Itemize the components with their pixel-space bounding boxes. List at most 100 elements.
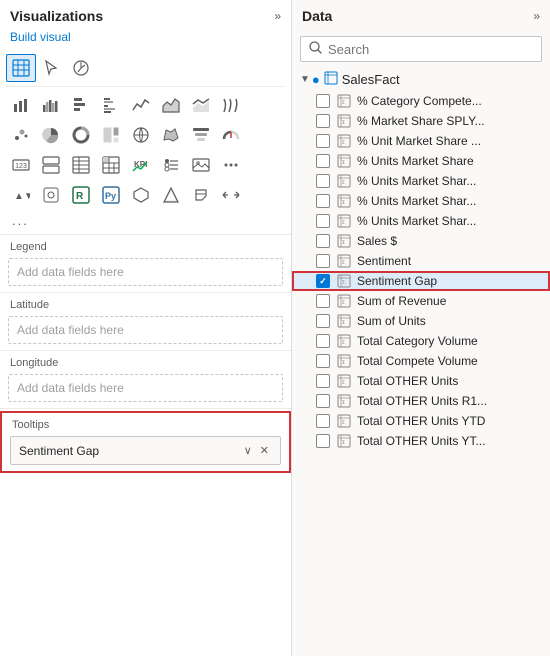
clustered-col-icon[interactable] bbox=[36, 91, 66, 119]
salesfact-root[interactable]: ▼ ● SalesFact bbox=[292, 68, 550, 91]
latitude-drop-zone[interactable]: Add data fields here bbox=[8, 316, 283, 344]
multi-row-card-icon[interactable] bbox=[36, 151, 66, 179]
tree-checkbox[interactable] bbox=[316, 114, 330, 128]
table-matrix-icon[interactable] bbox=[6, 54, 36, 82]
tree-item-label: Total Category Volume bbox=[357, 334, 478, 348]
tree-item-label: % Units Market Shar... bbox=[357, 174, 476, 188]
legend-drop-zone[interactable]: Add data fields here bbox=[8, 258, 283, 286]
tree-checkbox[interactable] bbox=[316, 414, 330, 428]
tree-item-label: % Market Share SPLY... bbox=[357, 114, 485, 128]
analytics-icon[interactable] bbox=[66, 54, 96, 82]
left-panel-expand-icon[interactable]: » bbox=[274, 9, 281, 23]
area-chart-icon[interactable] bbox=[156, 91, 186, 119]
tree-item[interactable]: Σ % Unit Market Share ... bbox=[292, 131, 550, 151]
donut-chart-icon[interactable] bbox=[66, 121, 96, 149]
tooltips-drop-zone[interactable]: Sentiment Gap ∨ ✕ bbox=[10, 436, 281, 465]
kpi-icon[interactable]: KPI bbox=[126, 151, 156, 179]
right-panel-expand-icon[interactable]: » bbox=[533, 9, 540, 23]
funnel-chart-icon[interactable] bbox=[186, 121, 216, 149]
tree-item[interactable]: Σ Total Category Volume bbox=[292, 331, 550, 351]
pie-chart-icon[interactable] bbox=[36, 121, 66, 149]
custom-1-icon[interactable] bbox=[36, 181, 66, 209]
tree-item[interactable]: Σ % Units Market Shar... bbox=[292, 191, 550, 211]
clustered-bar-h-icon[interactable] bbox=[96, 91, 126, 119]
tree-checkbox[interactable] bbox=[316, 274, 330, 288]
tree-item[interactable]: Σ % Units Market Shar... bbox=[292, 211, 550, 231]
tree-checkbox[interactable] bbox=[316, 374, 330, 388]
tree-checkbox[interactable] bbox=[316, 174, 330, 188]
line-chart-icon[interactable] bbox=[126, 91, 156, 119]
tree-item-label: % Units Market Share bbox=[357, 154, 474, 168]
tree-checkbox[interactable] bbox=[316, 94, 330, 108]
tooltips-label: Tooltips bbox=[2, 413, 289, 434]
filled-map-icon[interactable] bbox=[156, 121, 186, 149]
custom-2-icon[interactable] bbox=[126, 181, 156, 209]
treemap-icon[interactable] bbox=[96, 121, 126, 149]
tree-item-label: Total OTHER Units bbox=[357, 374, 458, 388]
card-icon[interactable]: 123 bbox=[6, 151, 36, 179]
vis-icon-row-2 bbox=[6, 121, 285, 149]
table-icon[interactable] bbox=[66, 151, 96, 179]
gauge-chart-icon[interactable] bbox=[216, 121, 246, 149]
r-visual-icon[interactable]: R bbox=[66, 181, 96, 209]
tree-checkbox[interactable] bbox=[316, 154, 330, 168]
search-box[interactable] bbox=[300, 36, 542, 62]
tree-item[interactable]: Σ Total Compete Volume bbox=[292, 351, 550, 371]
tree-item[interactable]: Σ % Units Market Share bbox=[292, 151, 550, 171]
tree-item[interactable]: Σ Total OTHER Units R1... bbox=[292, 391, 550, 411]
tooltips-remove-btn[interactable]: ✕ bbox=[257, 443, 272, 458]
tree-item[interactable]: Σ Sum of Units bbox=[292, 311, 550, 331]
tree-checkbox[interactable] bbox=[316, 434, 330, 448]
build-visual-label[interactable]: Build visual bbox=[0, 28, 291, 50]
root-check-icon: ● bbox=[312, 72, 320, 87]
tree-item[interactable]: Σ Total OTHER Units YTD bbox=[292, 411, 550, 431]
tooltips-expand-btn[interactable]: ∨ bbox=[241, 443, 255, 458]
stacked-col-icon[interactable] bbox=[6, 91, 36, 119]
svg-text:Py: Py bbox=[105, 191, 116, 201]
arrows-icon[interactable] bbox=[216, 181, 246, 209]
tree-item-label: Total Compete Volume bbox=[357, 354, 478, 368]
custom-3-icon[interactable] bbox=[156, 181, 186, 209]
tree-checkbox[interactable] bbox=[316, 334, 330, 348]
tree-checkbox[interactable] bbox=[316, 234, 330, 248]
tree-item[interactable]: Σ Sales $ bbox=[292, 231, 550, 251]
cursor-icon[interactable] bbox=[36, 54, 66, 82]
tree-item[interactable]: Σ Total OTHER Units YT... bbox=[292, 431, 550, 451]
tree-item[interactable]: Σ Total OTHER Units bbox=[292, 371, 550, 391]
stacked-bar-h-icon[interactable] bbox=[66, 91, 96, 119]
more-visuals-icon[interactable] bbox=[216, 151, 246, 179]
search-input[interactable] bbox=[328, 42, 533, 57]
tree-checkbox[interactable] bbox=[316, 314, 330, 328]
tree-checkbox[interactable] bbox=[316, 294, 330, 308]
more-label: ... bbox=[6, 211, 285, 230]
tree-checkbox[interactable] bbox=[316, 254, 330, 268]
tree-item[interactable]: Σ Sentiment Gap bbox=[292, 271, 550, 291]
waterfall-icon[interactable]: ▲▼ bbox=[6, 181, 36, 209]
tree-checkbox[interactable] bbox=[316, 354, 330, 368]
table-icon bbox=[324, 71, 338, 88]
tree-item-label: % Units Market Shar... bbox=[357, 194, 476, 208]
scatter-chart-icon[interactable] bbox=[6, 121, 36, 149]
svg-text:Σ: Σ bbox=[342, 300, 345, 306]
field-type-icon: Σ bbox=[336, 313, 352, 329]
tree-item[interactable]: Σ Sum of Revenue bbox=[292, 291, 550, 311]
tree-item[interactable]: Σ Sentiment bbox=[292, 251, 550, 271]
matrix-icon[interactable] bbox=[96, 151, 126, 179]
tree-item[interactable]: Σ % Category Compete... bbox=[292, 91, 550, 111]
tree-item[interactable]: Σ % Units Market Shar... bbox=[292, 171, 550, 191]
tree-checkbox[interactable] bbox=[316, 134, 330, 148]
legend-label: Legend bbox=[0, 235, 291, 256]
image-icon[interactable] bbox=[186, 151, 216, 179]
vis-icon-grid: 123 bbox=[0, 50, 291, 235]
map-icon[interactable] bbox=[126, 121, 156, 149]
slicer-icon[interactable] bbox=[156, 151, 186, 179]
tree-checkbox[interactable] bbox=[316, 214, 330, 228]
tree-checkbox[interactable] bbox=[316, 194, 330, 208]
custom-4-icon[interactable] bbox=[186, 181, 216, 209]
ribbon-chart-icon[interactable] bbox=[216, 91, 246, 119]
tree-checkbox[interactable] bbox=[316, 394, 330, 408]
python-visual-icon[interactable]: Py bbox=[96, 181, 126, 209]
line-area-combo-icon[interactable] bbox=[186, 91, 216, 119]
longitude-drop-zone[interactable]: Add data fields here bbox=[8, 374, 283, 402]
tree-item[interactable]: Σ % Market Share SPLY... bbox=[292, 111, 550, 131]
